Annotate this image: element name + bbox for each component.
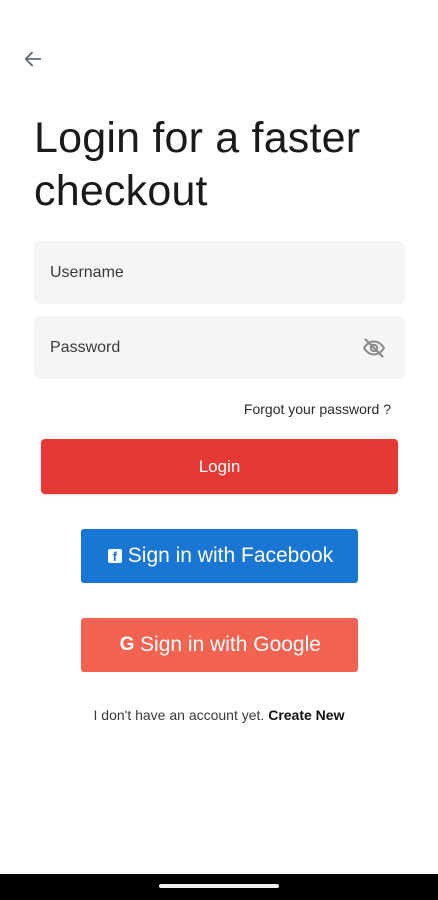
password-visibility-toggle[interactable] (359, 333, 389, 363)
facebook-signin-button[interactable]: f Sign in with Facebook (81, 529, 358, 583)
eye-off-icon (363, 337, 385, 358)
facebook-icon: f (106, 547, 124, 565)
facebook-signin-label: Sign in with Facebook (127, 544, 334, 567)
password-input[interactable] (50, 338, 359, 357)
create-account-link[interactable]: Create New (268, 707, 344, 723)
google-signin-button[interactable]: G Sign in with Google (81, 618, 358, 672)
username-input[interactable] (50, 263, 389, 282)
system-navigation-bar (0, 874, 438, 900)
back-button[interactable] (18, 44, 48, 74)
login-screen: Login for a faster checkout Forgot your … (0, 0, 438, 900)
forgot-password-link[interactable]: Forgot your password ? (244, 401, 391, 417)
google-signin-label: Sign in with Google (140, 633, 321, 656)
google-icon: G (119, 634, 135, 655)
arrow-left-icon (24, 51, 42, 67)
page-title: Login for a faster checkout (34, 114, 361, 215)
password-field[interactable] (34, 316, 405, 379)
home-indicator[interactable] (159, 884, 279, 888)
signup-prompt: I don't have an account yet. (93, 707, 265, 723)
login-button[interactable]: Login (41, 439, 398, 494)
username-field[interactable] (34, 241, 405, 304)
signup-row: I don't have an account yet. Create New (0, 707, 438, 723)
